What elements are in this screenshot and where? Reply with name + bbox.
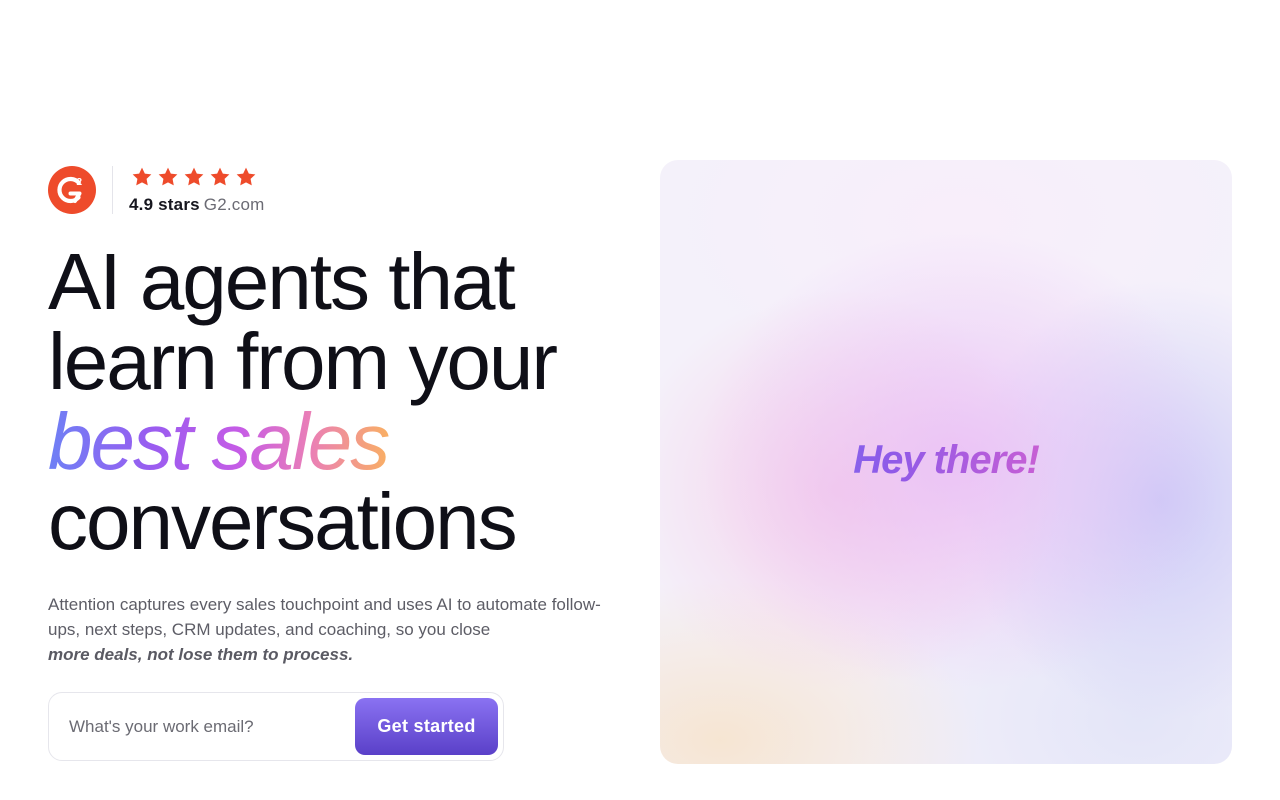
star-rating: [131, 165, 265, 189]
hero-description-body: Attention captures every sales touchpoin…: [48, 595, 601, 639]
headline-line-2: learn from your: [48, 317, 558, 406]
svg-text:2: 2: [77, 177, 83, 188]
star-icon: [210, 167, 230, 186]
rating-text: 4.9 stars G2.com: [129, 165, 265, 215]
star-icon: [236, 167, 256, 186]
rating-divider: [112, 166, 113, 214]
hero-headline: AI agents that learn from your best sale…: [48, 242, 608, 562]
work-email-input[interactable]: [69, 706, 349, 747]
rating-source: G2.com: [203, 195, 265, 214]
star-icon: [132, 167, 152, 186]
email-signup-form: Get started: [48, 692, 504, 761]
get-started-button[interactable]: Get started: [355, 698, 498, 755]
headline-accent: best sales: [48, 397, 398, 486]
hero-visual-card: Hey there!: [660, 160, 1232, 764]
star-icon: [184, 167, 204, 186]
headline-line-4: conversations: [48, 477, 518, 566]
star-icon: [158, 167, 178, 186]
headline-accent-line: best sales: [48, 402, 608, 482]
greeting-text: Hey there!: [660, 432, 1232, 488]
hero-description-emphasis: more deals, not lose them to process.: [48, 645, 354, 664]
g2-logo-icon: 2: [48, 166, 96, 214]
g2-rating-badge[interactable]: 2 4.9 stars G2.com: [48, 160, 608, 220]
rating-score: 4.9 stars: [129, 195, 200, 214]
headline-line-1: AI agents that: [48, 237, 516, 326]
rating-summary: 4.9 stars G2.com: [129, 195, 265, 215]
hero-content: 2 4.9 starsG2.com AI agents that learn: [48, 160, 608, 667]
hero-description: Attention captures every sales touchpoin…: [48, 592, 608, 667]
